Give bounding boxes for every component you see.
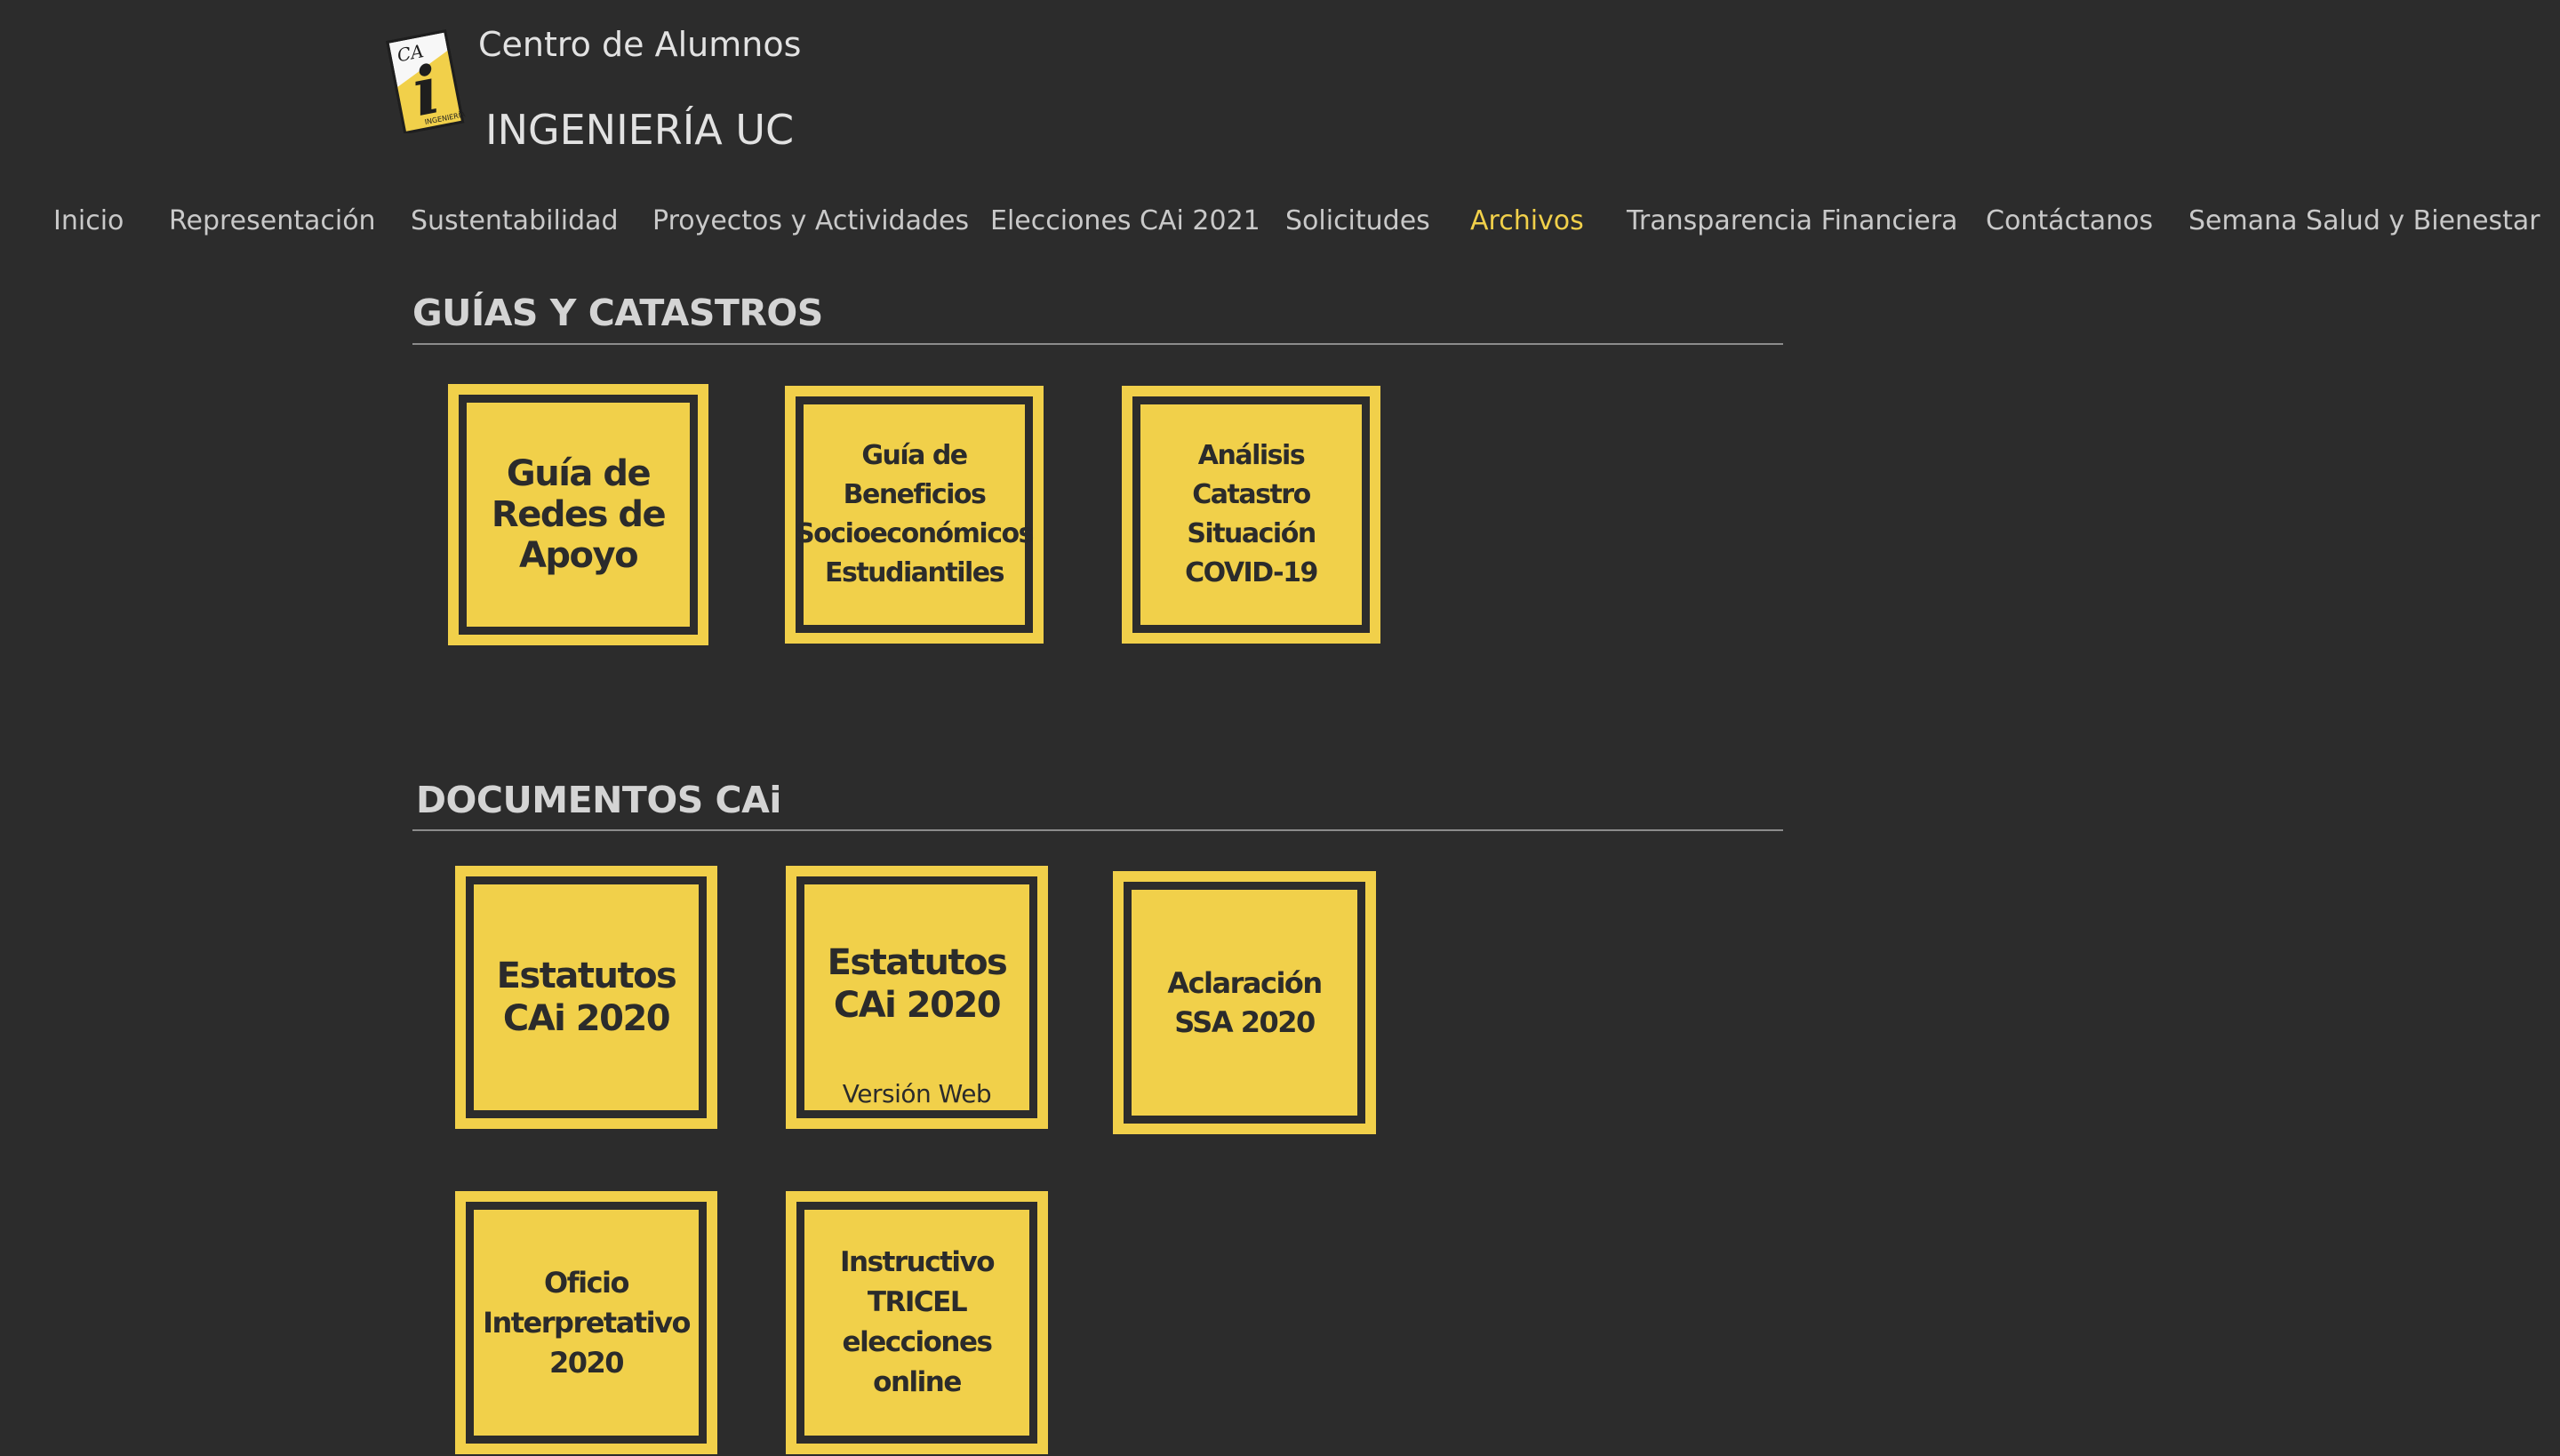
tile-label: Guía de Redes de Apoyo — [491, 453, 667, 576]
tile-frame: Instructivo TRICEL elecciones online — [796, 1202, 1037, 1444]
site-title-top: Centro de Alumnos — [478, 25, 802, 64]
tile-label: Análisis Catastro Situación COVID-19 — [1185, 440, 1318, 588]
tile-label: Oficio Interpretativo 2020 — [483, 1265, 691, 1380]
tile-label: Estatutos CAi 2020 — [496, 956, 677, 1039]
site-title-bottom: INGENIERÍA UC — [485, 106, 795, 154]
nav-item-inicio[interactable]: Inicio — [53, 201, 124, 242]
tile-frame: Estatutos CAi 2020 Versión Web — [796, 876, 1037, 1118]
tile-frame: Estatutos CAi 2020 — [466, 876, 707, 1118]
tile-aclaracion-ssa[interactable]: Aclaración SSA 2020 — [1113, 871, 1376, 1134]
main-nav: Inicio Representación Sustentabilidad Pr… — [0, 201, 2560, 242]
tile-frame: Aclaración SSA 2020 — [1124, 882, 1365, 1124]
nav-item-archivos[interactable]: Archivos — [1470, 201, 1584, 242]
tile-frame: Oficio Interpretativo 2020 — [466, 1202, 707, 1444]
tile-guia-beneficios[interactable]: Guía de Beneficios Socioeconómicos Estud… — [785, 386, 1044, 644]
tile-frame: Guía de Beneficios Socioeconómicos Estud… — [796, 396, 1034, 633]
section-divider — [412, 829, 1783, 831]
nav-item-transparencia[interactable]: Transparencia Financiera — [1627, 201, 1957, 242]
nav-item-elecciones[interactable]: Elecciones CAi 2021 — [990, 201, 1260, 242]
section-title-documentos: DOCUMENTOS CAi — [416, 779, 781, 821]
tile-analisis-catastro[interactable]: Análisis Catastro Situación COVID-19 — [1122, 386, 1380, 644]
tile-instructivo-tricel[interactable]: Instructivo TRICEL elecciones online — [786, 1191, 1048, 1454]
nav-item-proyectos[interactable]: Proyectos y Actividades — [652, 201, 969, 242]
nav-item-semana-salud[interactable]: Semana Salud y Bienestar — [2188, 201, 2540, 242]
tile-estatutos-2020-web[interactable]: Estatutos CAi 2020 Versión Web — [786, 866, 1048, 1129]
tile-note-version-web: Versión Web — [842, 1079, 992, 1108]
nav-item-contactanos[interactable]: Contáctanos — [1986, 201, 2153, 242]
nav-item-representacion[interactable]: Representación — [169, 201, 376, 242]
tile-label: Instructivo TRICEL elecciones online — [839, 1246, 996, 1398]
tile-oficio-interpretativo[interactable]: Oficio Interpretativo 2020 — [455, 1191, 717, 1454]
section-divider — [412, 343, 1783, 345]
nav-item-sustentabilidad[interactable]: Sustentabilidad — [411, 201, 619, 242]
tile-guia-redes-apoyo[interactable]: Guía de Redes de Apoyo — [448, 384, 708, 645]
section-title-guias: GUÍAS Y CATASTROS — [412, 292, 823, 334]
tile-label: Aclaración SSA 2020 — [1167, 966, 1323, 1039]
nav-item-solicitudes[interactable]: Solicitudes — [1285, 201, 1430, 242]
tile-estatutos-2020[interactable]: Estatutos CAi 2020 — [455, 866, 717, 1129]
site-logo[interactable]: CA i INGENIERÍA — [385, 28, 467, 135]
logo-icon: CA i INGENIERÍA — [386, 29, 467, 135]
tile-frame: Guía de Redes de Apoyo — [459, 395, 698, 635]
tile-label: Guía de Beneficios Socioeconómicos Estud… — [796, 440, 1034, 588]
tile-frame: Análisis Catastro Situación COVID-19 — [1132, 396, 1370, 633]
tile-label: Estatutos CAi 2020 — [827, 942, 1008, 1026]
